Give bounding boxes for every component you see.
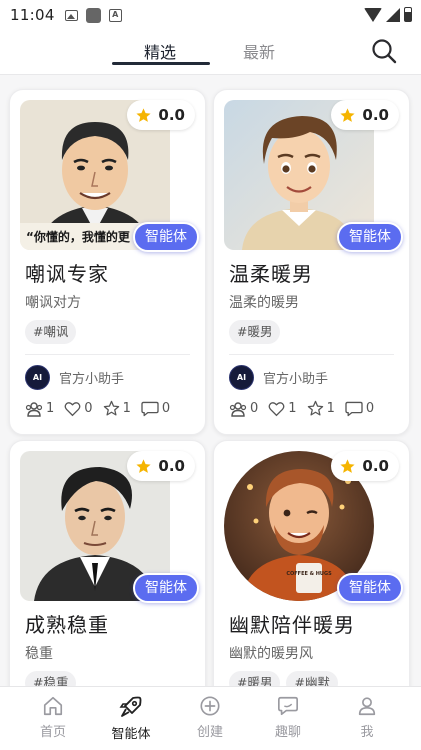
nav-home-label: 首页 [39,725,66,740]
nav-agents-label: 智能体 [111,727,151,742]
signal-icon [386,7,400,22]
rating-value: 0.0 [362,457,389,475]
nav-chat-label: 趣聊 [274,725,301,740]
top-tab-bar: 精选 最新 [0,30,421,75]
comment-stat[interactable]: 0 [141,401,170,417]
agent-description: 温柔的暖男 [229,295,299,311]
comment-count: 0 [365,401,375,416]
agent-type-badge: 智能体 [133,573,199,603]
tag-chip[interactable]: #嘲讽 [25,320,77,344]
agent-card[interactable]: COFFEE & HUGS 0.0 智能体 幽默陪伴暖男 幽默的暖男风 #暖男 … [213,440,410,720]
heart-icon [64,401,81,416]
favorite-count: 1 [122,401,131,416]
star-icon [340,107,356,122]
nav-profile[interactable]: 我 [337,695,397,740]
comment-icon [141,401,159,416]
comment-icon [345,401,363,416]
agent-card[interactable]: “你懂的，我懂的更 0.0 智能体 嘲讽专家 嘲讽对方 #嘲讽 AI 官方小助手… [9,89,206,435]
user-icon [358,697,376,716]
rating-value: 0.0 [158,106,185,124]
search-icon [372,39,397,64]
plus-circle-icon [200,696,220,716]
bottom-nav: 首页 智能体 创建 趣聊 我 [0,686,421,750]
like-stat[interactable]: 1 [268,401,297,417]
rating-badge: 0.0 [127,100,195,130]
font-notification-icon: A [108,8,122,22]
users-icon [229,401,247,417]
author-avatar: AI [229,365,254,390]
users-icon [25,401,43,417]
gallery-notification-icon [64,9,78,21]
tab-latest[interactable]: 最新 [243,39,275,63]
agent-description: 稳重 [25,646,53,662]
mug-caption: COFFEE & HUGS [286,571,332,577]
like-count: 0 [84,401,93,416]
favorite-count: 1 [326,401,335,416]
nav-agents[interactable]: 智能体 [101,695,161,742]
tag-list: #暖男 [229,320,281,344]
status-indicators [364,7,412,22]
agent-title: 幽默陪伴暖男 [229,613,355,637]
nav-chat[interactable]: 趣聊 [258,695,318,740]
search-button[interactable] [371,38,397,64]
card-divider [25,354,190,355]
rating-badge: 0.0 [127,451,195,481]
portrait-caption: “你懂的，我懂的更 [26,229,131,244]
like-count: 1 [288,401,297,416]
chat-icon [278,696,298,716]
agent-description: 嘲讽对方 [25,295,81,311]
users-count: 1 [46,401,55,416]
star-outline-icon [307,400,323,416]
users-stat[interactable]: 1 [25,401,54,417]
comment-count: 0 [161,401,171,416]
author-row[interactable]: AI 官方小助手 [25,365,124,390]
nav-create[interactable]: 创建 [180,695,240,740]
tab-featured[interactable]: 精选 [144,39,176,63]
users-stat[interactable]: 0 [229,401,258,417]
active-tab-indicator [112,62,210,65]
status-time: 11:04 [10,6,55,24]
stats-row: 0 1 1 0 [229,400,374,417]
favorite-stat[interactable]: 1 [103,400,131,417]
author-avatar: AI [25,365,50,390]
agent-title: 温柔暖男 [229,262,313,286]
nav-create-label: 创建 [196,725,223,740]
heart-icon [268,401,285,416]
comment-stat[interactable]: 0 [345,401,374,417]
author-row[interactable]: AI 官方小助手 [229,365,328,390]
author-name: 官方小助手 [59,372,125,387]
tag-chip[interactable]: #暖男 [229,320,281,344]
wifi-icon [364,7,382,22]
star-icon [136,107,152,122]
rating-badge: 0.0 [331,451,399,481]
agent-type-badge: 智能体 [337,222,403,252]
battery-icon [404,7,412,22]
agent-type-badge: 智能体 [337,573,403,603]
agent-type-badge: 智能体 [133,222,199,252]
like-stat[interactable]: 0 [64,401,93,417]
agent-title: 嘲讽专家 [25,262,109,286]
star-icon [340,458,356,473]
star-icon [136,458,152,473]
rating-value: 0.0 [158,457,185,475]
app-notification-icon [85,7,101,23]
users-count: 0 [250,401,259,416]
stats-row: 1 0 1 0 [25,400,170,417]
agent-description: 幽默的暖男风 [229,646,313,662]
tag-list: #嘲讽 [25,320,77,344]
agent-card[interactable]: 0.0 智能体 温柔暖男 温柔的暖男 #暖男 AI 官方小助手 0 1 1 0 [213,89,410,435]
rocket-icon [119,696,142,717]
agent-card[interactable]: 0.0 智能体 成熟稳重 稳重 #稳重 [9,440,206,720]
nav-profile-label: 我 [360,725,374,740]
favorite-stat[interactable]: 1 [307,400,335,417]
agent-title: 成熟稳重 [25,613,109,637]
star-outline-icon [103,400,119,416]
status-bar: 11:04 A [0,0,421,30]
rating-value: 0.0 [362,106,389,124]
rating-badge: 0.0 [331,100,399,130]
nav-home[interactable]: 首页 [23,695,83,740]
card-divider [229,354,394,355]
author-name: 官方小助手 [263,372,329,387]
home-icon [43,696,63,716]
